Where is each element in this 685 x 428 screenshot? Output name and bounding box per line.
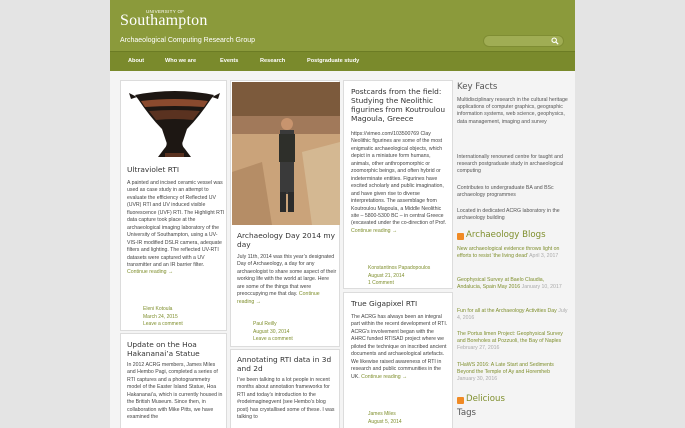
post-comments-link[interactable]: Leave a comment: [143, 321, 183, 329]
post-title[interactable]: Postcards from the field: Studying the N…: [351, 87, 452, 123]
post-card: Annotating RTI data in 3d and 2d I’ve be…: [230, 349, 340, 428]
key-fact: Internationally renowned centre for taug…: [457, 154, 564, 175]
search-icon[interactable]: [551, 37, 559, 45]
archaeology-blogs-heading[interactable]: Archaeology Blogs: [466, 230, 546, 240]
post-meta: James Miles August 5, 2014: [368, 411, 402, 426]
blog-link[interactable]: The Portus limen Project: Geophysical Su…: [457, 331, 569, 353]
post-excerpt-text: https://vimeo.com/103500769 Clay Neolith…: [351, 131, 447, 227]
key-fact: Located in dedicated ACRG laboratory in …: [457, 208, 560, 222]
blog-date: January 10, 2017: [521, 284, 562, 291]
nav-who-we-are[interactable]: Who we are: [165, 58, 196, 64]
tags-heading: Tags: [457, 408, 477, 418]
blog-date: January 30, 2016: [457, 376, 498, 383]
rss-icon[interactable]: [457, 397, 464, 404]
blog-date: February 27, 2016: [457, 345, 500, 352]
site-header: UNIVERSITY OF Southampton Archaeological…: [110, 0, 575, 51]
post-image-excavation[interactable]: [232, 82, 340, 225]
blog-link[interactable]: New archaeological evidence throws light…: [457, 246, 569, 260]
university-logo[interactable]: Southampton: [120, 12, 208, 30]
post-card: True Gigapixel RTI The ACRG has always b…: [343, 292, 453, 428]
continue-reading-link[interactable]: Continue reading →: [127, 269, 173, 275]
delicious-heading[interactable]: Delicious: [466, 394, 505, 404]
post-title[interactable]: Annotating RTI data in 3d and 2d: [237, 355, 337, 373]
blog-link-text[interactable]: THaWS 2016: A Late Start and Sediments B…: [457, 362, 554, 375]
post-excerpt: July 11th, 2014 was this year’s designat…: [237, 254, 337, 306]
post-title[interactable]: Ultraviolet RTI: [127, 165, 224, 174]
nav-about[interactable]: About: [128, 58, 144, 64]
post-date[interactable]: August 21, 2014: [368, 273, 430, 281]
blog-date: April 3, 2017: [529, 253, 559, 260]
post-excerpt: https://vimeo.com/103500769 Clay Neolith…: [351, 131, 449, 235]
key-facts-heading: Key Facts: [457, 82, 498, 92]
post-meta: Paul Reilly August 30, 2014 Leave a comm…: [253, 321, 293, 344]
post-author[interactable]: James Miles: [368, 411, 402, 419]
post-title[interactable]: True Gigapixel RTI: [351, 299, 451, 308]
post-card: Postcards from the field: Studying the N…: [343, 80, 453, 289]
post-excerpt: A painted and incised ceramic vessel was…: [127, 180, 225, 277]
rss-icon[interactable]: [457, 233, 464, 240]
nav-postgraduate-study[interactable]: Postgraduate study: [307, 58, 359, 64]
search-input[interactable]: [483, 35, 564, 47]
post-title[interactable]: Update on the Hoa Hakananai’a Statue: [127, 340, 225, 358]
blog-link[interactable]: THaWS 2016: A Late Start and Sediments B…: [457, 362, 569, 384]
post-image-vase[interactable]: [125, 85, 224, 165]
blog-link-text[interactable]: The Portus limen Project: Geophysical Su…: [457, 331, 563, 344]
post-excerpt: The ACRG has always been an integral par…: [351, 314, 449, 381]
post-date[interactable]: August 5, 2014: [368, 419, 402, 427]
post-excerpt-text: July 11th, 2014 was this year’s designat…: [237, 254, 337, 298]
page-wrapper: UNIVERSITY OF Southampton Archaeological…: [110, 0, 575, 428]
post-comments-link[interactable]: 1 Comment: [368, 280, 430, 288]
post-excerpt-text: A painted and incised ceramic vessel was…: [127, 180, 225, 268]
continue-reading-link[interactable]: Continue reading →: [351, 228, 397, 234]
post-card: Update on the Hoa Hakananai’a Statue In …: [120, 333, 227, 428]
nav-events[interactable]: Events: [220, 58, 238, 64]
post-card: Ultraviolet RTI A painted and incised ce…: [120, 80, 227, 331]
post-comments-link[interactable]: Leave a comment: [253, 336, 293, 344]
post-excerpt: I’ve been talking to a lot people in rec…: [237, 377, 335, 421]
post-meta: Eleni Kotoula March 24, 2015 Leave a com…: [143, 306, 183, 329]
post-author[interactable]: Paul Reilly: [253, 321, 293, 329]
post-excerpt: In 2012 ACRG members, James Miles and He…: [127, 362, 223, 421]
blog-link[interactable]: Fun for all at the Archaeology Activitie…: [457, 308, 569, 322]
post-author[interactable]: Konstantinos Papadopoulos: [368, 265, 430, 273]
sidebar: Key Facts Multidisciplinary research in …: [457, 80, 569, 428]
nav-research[interactable]: Research: [260, 58, 285, 64]
site-tagline[interactable]: Archaeological Computing Research Group: [120, 37, 255, 44]
post-date[interactable]: August 30, 2014: [253, 329, 293, 337]
key-fact: Multidisciplinary research in the cultur…: [457, 97, 568, 125]
post-card: Archaeology Day 2014 my day July 11th, 2…: [230, 80, 340, 347]
post-author[interactable]: Eleni Kotoula: [143, 306, 183, 314]
post-title[interactable]: Archaeology Day 2014 my day: [237, 231, 337, 249]
blog-link[interactable]: Geophysical Survey at Baelo Claudia, And…: [457, 277, 569, 291]
main-nav: About Who we are Events Research Postgra…: [110, 51, 575, 71]
post-date[interactable]: March 24, 2015: [143, 314, 183, 322]
key-fact: Contributes to undergraduate BA and BSc …: [457, 185, 554, 199]
blog-link-text[interactable]: Fun for all at the Archaeology Activitie…: [457, 308, 557, 314]
continue-reading-link[interactable]: Continue reading →: [361, 374, 407, 380]
post-meta: Konstantinos Papadopoulos August 21, 201…: [368, 265, 430, 288]
post-excerpt-text: The ACRG has always been an integral par…: [351, 314, 448, 380]
